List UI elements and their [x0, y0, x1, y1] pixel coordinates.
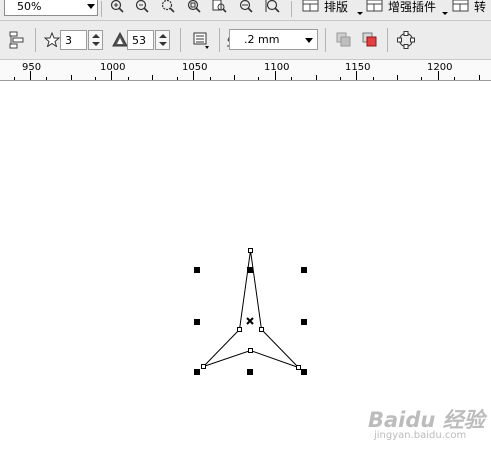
node-handle[interactable] — [237, 327, 242, 332]
node-handle[interactable] — [201, 364, 206, 369]
node-handles — [201, 248, 301, 370]
watermark: Baidu 经验 jingyan.baidu.com — [368, 404, 485, 441]
node-handle[interactable] — [296, 365, 301, 370]
watermark-url: jingyan.baidu.com — [374, 430, 467, 441]
node-handle[interactable] — [248, 248, 253, 253]
selection-handle-bottom-right[interactable] — [301, 369, 307, 375]
selection-handle-bottom-left[interactable] — [194, 369, 200, 375]
node-handle[interactable] — [248, 348, 253, 353]
selection-handle-top-left[interactable] — [194, 267, 200, 273]
selection-handle-right[interactable] — [301, 319, 307, 325]
center-marker-icon — [246, 317, 254, 325]
selection-handle-top-right[interactable] — [301, 267, 307, 273]
node-handle[interactable] — [259, 327, 264, 332]
watermark-brand: Baidu 经验 — [368, 408, 485, 432]
selected-star-object[interactable] — [0, 0, 491, 457]
selection-handle-bottom[interactable] — [247, 369, 253, 375]
selection-handle-top[interactable] — [247, 267, 253, 273]
selection-handle-left[interactable] — [194, 319, 200, 325]
